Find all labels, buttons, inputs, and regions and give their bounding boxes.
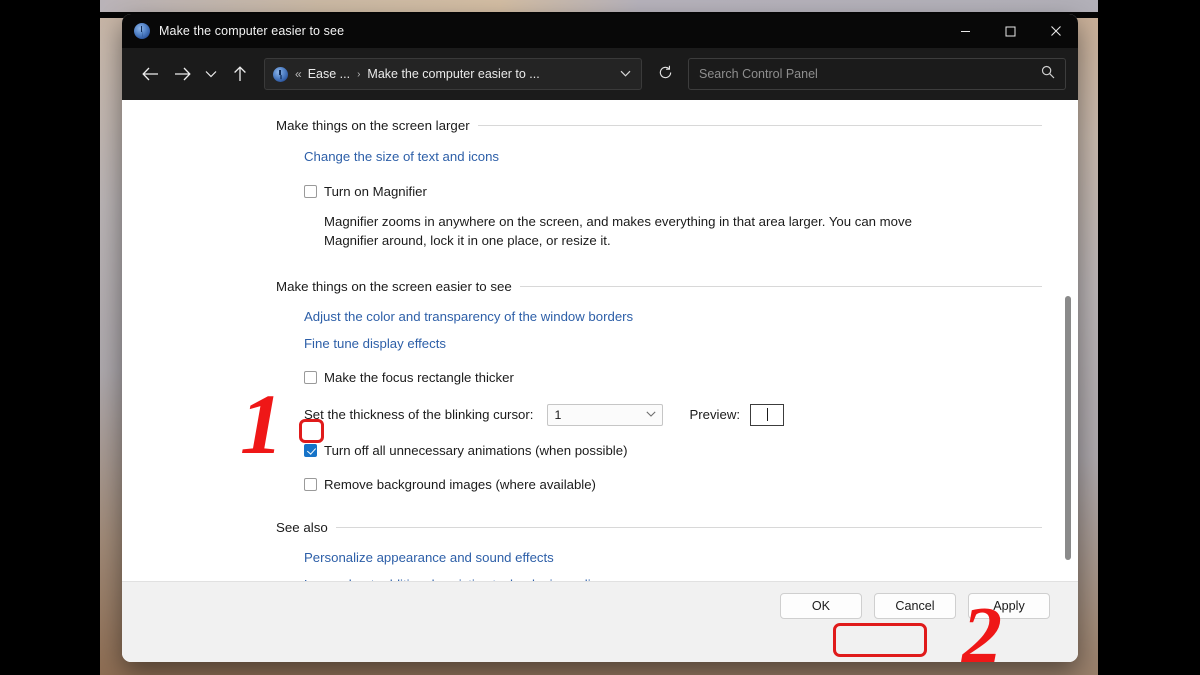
back-arrow-icon[interactable] [134,58,166,90]
section-heading-label: Make things on the screen larger [276,118,470,133]
breadcrumb[interactable]: « Ease ... › Make the computer easier to… [264,58,642,90]
section-heading-label: Make things on the screen easier to see [276,278,512,294]
address-bar: « Ease ... › Make the computer easier to… [122,48,1078,100]
search-box[interactable]: Search Control Panel [688,58,1066,90]
close-icon[interactable] [1033,14,1078,48]
section-heading: Make things on the screen larger [276,118,1042,133]
title-bar: Make the computer easier to see [122,14,1078,48]
scrollbar-thumb[interactable] [1065,296,1071,560]
ok-button[interactable]: OK [780,593,862,619]
cursor-thickness-value: 1 [554,407,562,422]
section-see-also: See also Personalize appearance and soun… [122,520,1078,581]
letterbox-left [0,0,100,675]
dialog-buttons: OK Cancel Apply [780,593,1050,619]
checkbox-row-turn-off-animations[interactable]: Turn off all unnecessary animations (whe… [304,442,1042,459]
breadcrumb-separator-icon: › [357,68,361,80]
link-change-size-of-text-and-icons[interactable]: Change the size of text and icons [304,149,499,164]
checkbox-row-remove-background-images[interactable]: Remove background images (where availabl… [304,476,1042,493]
settings-pane: Make things on the screen larger Change … [122,100,1078,581]
window-controls [943,14,1078,48]
cursor-thickness-select[interactable]: 1 [547,403,664,426]
breadcrumb-item-ease[interactable]: Ease ... [308,67,350,81]
link-personalize-appearance-sound[interactable]: Personalize appearance and sound effects [304,550,554,565]
checkbox-label-turn-off-animations: Turn off all unnecessary animations (whe… [324,442,628,458]
checkbox-label-remove-background-images: Remove background images (where availabl… [324,476,596,492]
link-fine-tune-display-effects[interactable]: Fine tune display effects [304,336,446,351]
cursor-caret [766,408,768,422]
breadcrumb-control-panel-icon [273,66,288,82]
checkbox-make-focus-rectangle-thicker[interactable] [304,370,317,384]
cursor-preview-label: Preview: [689,407,741,423]
dialog-footer: OK Cancel Apply [122,581,1078,662]
section-easier-to-see: Make things on the screen easier to see … [122,279,1078,493]
cursor-thickness-label: Set the thickness of the blinking cursor… [304,407,534,423]
section-heading: See also [276,520,1042,535]
search-icon[interactable] [1041,65,1055,84]
cancel-button[interactable]: Cancel [874,593,956,619]
letterbox-right [1098,0,1200,675]
apply-button[interactable]: Apply [968,593,1050,619]
checkbox-turn-off-animations[interactable] [304,443,317,457]
checkbox-label-focus-rectangle: Make the focus rectangle thicker [324,369,514,385]
search-input[interactable]: Search Control Panel [699,67,1041,81]
vertical-scrollbar[interactable] [1061,100,1075,581]
section-rule [519,285,1042,287]
section-rule [477,125,1042,126]
control-panel-window: Make the computer easier to see « Ease .… [122,14,1078,662]
breadcrumb-chevron-down-icon[interactable] [616,69,635,80]
breadcrumb-item-current[interactable]: Make the computer easier to ... [367,67,539,81]
checkbox-label-turn-on-magnifier: Turn on Magnifier [324,184,427,199]
window-title: Make the computer easier to see [159,24,345,38]
section-rule [335,527,1042,529]
cursor-thickness-row: Set the thickness of the blinking cursor… [304,403,1042,426]
forward-arrow-icon[interactable] [166,58,198,90]
settings-content: Make things on the screen larger Change … [122,100,1078,581]
maximize-icon[interactable] [988,14,1033,48]
section-heading-label: See also [276,520,328,536]
refresh-icon[interactable] [650,65,680,84]
checkbox-row-focus-rectangle[interactable]: Make the focus rectangle thicker [304,369,1042,386]
cursor-preview-box [750,403,785,426]
minimize-icon[interactable] [943,14,988,48]
magnifier-help-text: Magnifier zooms in anywhere on the scree… [324,214,912,248]
breadcrumb-overflow-icon[interactable]: « [295,67,302,81]
checkbox-turn-on-magnifier[interactable] [304,185,317,198]
up-arrow-icon[interactable] [224,58,256,90]
section-heading: Make things on the screen easier to see [276,279,1042,294]
screenshot-root: Make the computer easier to see « Ease .… [0,0,1200,675]
link-adjust-color-transparency[interactable]: Adjust the color and transparency of the… [304,309,633,324]
checkbox-row-turn-on-magnifier[interactable]: Turn on Magnifier [304,183,1042,200]
control-panel-icon [134,23,150,39]
checkbox-remove-background-images[interactable] [304,477,317,491]
chevron-down-icon[interactable] [646,409,657,420]
section-make-larger: Make things on the screen larger Change … [122,118,1078,251]
recent-locations-chevron-down-icon[interactable] [198,58,224,90]
